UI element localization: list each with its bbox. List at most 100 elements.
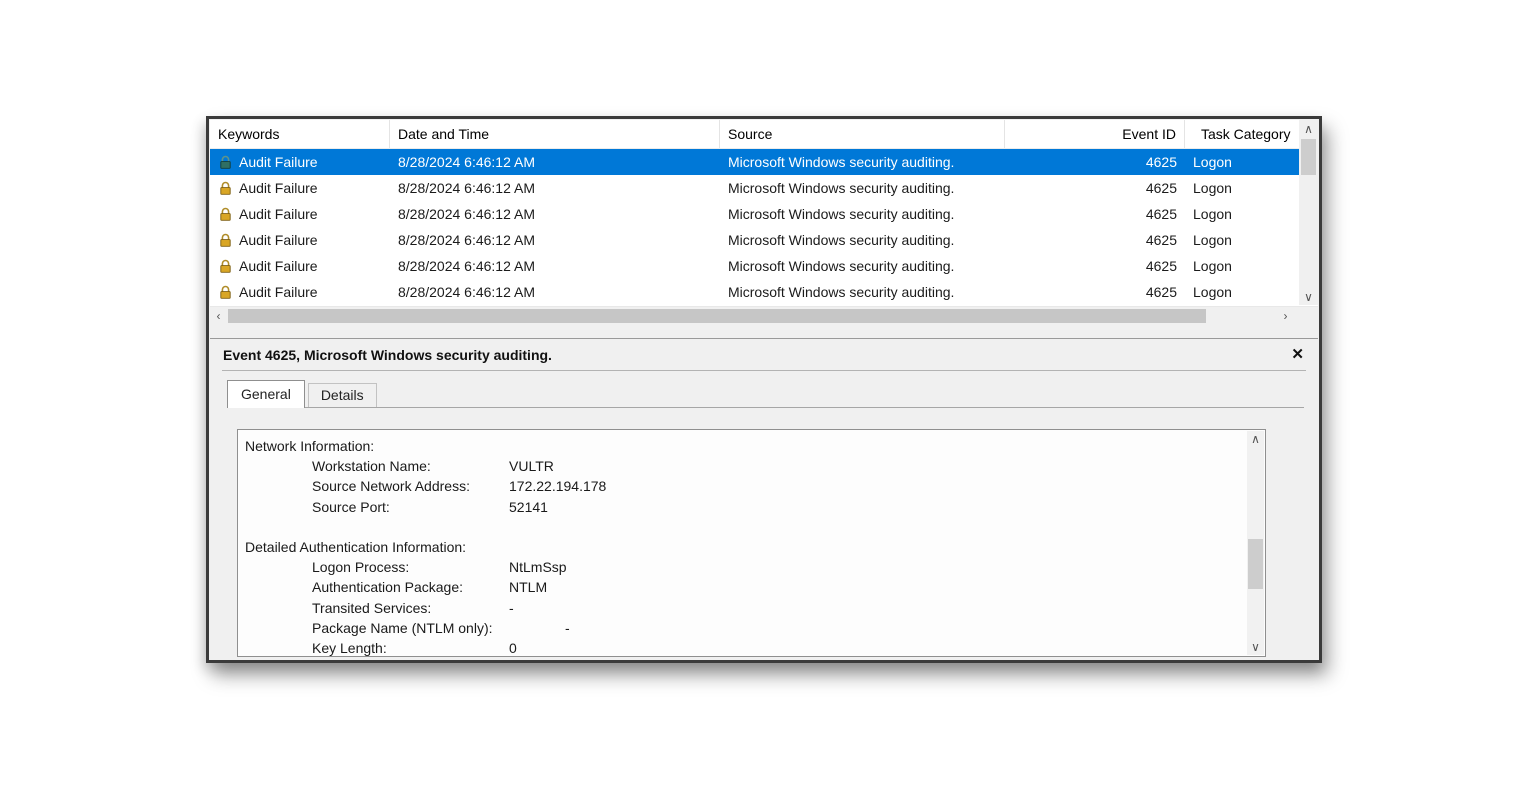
table-row[interactable]: Audit Failure 8/28/2024 6:46:12 AM Micro… [210, 279, 1299, 305]
tab-details[interactable]: Details [308, 383, 377, 407]
column-header-source[interactable]: Source [720, 120, 1005, 148]
close-button[interactable]: ✕ [1291, 347, 1304, 362]
column-header-task-category[interactable]: Task Category [1185, 120, 1299, 148]
lock-icon [218, 285, 233, 300]
date-time-cell: 8/28/2024 6:46:12 AM [390, 279, 720, 305]
date-time-cell: 8/28/2024 6:46:12 AM [390, 149, 720, 175]
field-value: 52141 [509, 497, 548, 517]
field-label: Workstation Name: [312, 456, 509, 476]
table-row[interactable]: Audit Failure 8/28/2024 6:46:12 AM Micro… [210, 149, 1299, 175]
table-horizontal-scrollbar[interactable]: ‹ › [210, 306, 1318, 325]
event-id-cell: 4625 [1005, 149, 1185, 175]
detail-field: Logon Process: NtLmSsp [245, 557, 1237, 577]
tab-general[interactable]: General [227, 380, 305, 408]
scroll-up-button[interactable]: ∧ [1247, 431, 1264, 447]
scroll-right-button[interactable]: › [1277, 307, 1294, 325]
field-value: 0 [509, 638, 517, 656]
lock-icon [218, 233, 233, 248]
task-category-cell: Logon [1185, 201, 1299, 227]
scrollbar-thumb[interactable] [1301, 139, 1316, 175]
source-cell: Microsoft Windows security auditing. [720, 149, 1005, 175]
field-label: Source Network Address: [312, 476, 509, 496]
task-category-cell: Logon [1185, 279, 1299, 305]
date-time-cell: 8/28/2024 6:46:12 AM [390, 253, 720, 279]
scroll-left-button[interactable]: ‹ [210, 307, 227, 325]
chevron-up-icon: ∧ [1304, 123, 1313, 135]
date-time-cell: 8/28/2024 6:46:12 AM [390, 227, 720, 253]
table-row[interactable]: Audit Failure 8/28/2024 6:46:12 AM Micro… [210, 227, 1299, 253]
event-table-body: Audit Failure 8/28/2024 6:46:12 AM Micro… [210, 149, 1299, 305]
keywords-cell: Audit Failure [210, 227, 390, 253]
keyword-label: Audit Failure [239, 154, 318, 170]
date-time-cell: 8/28/2024 6:46:12 AM [390, 175, 720, 201]
lock-icon [218, 259, 233, 274]
event-description-text: Network Information: Workstation Name: V… [245, 436, 1237, 656]
event-viewer-window: Keywords Date and Time Source Event ID T… [206, 116, 1322, 663]
section-title: Detailed Authentication Information: [245, 537, 1237, 557]
field-label: Authentication Package: [312, 577, 509, 597]
field-label: Transited Services: [312, 598, 509, 618]
detail-pane-header: Event 4625, Microsoft Windows security a… [210, 339, 1318, 370]
keyword-label: Audit Failure [239, 284, 318, 300]
column-header-date-time[interactable]: Date and Time [390, 120, 720, 148]
detail-field: Transited Services: - [245, 598, 1237, 618]
scroll-down-button[interactable]: ∨ [1247, 639, 1264, 655]
event-table: Keywords Date and Time Source Event ID T… [210, 120, 1318, 325]
keywords-cell: Audit Failure [210, 149, 390, 175]
scrollbar-thumb[interactable] [228, 309, 1206, 323]
keywords-cell: Audit Failure [210, 175, 390, 201]
event-id-cell: 4625 [1005, 279, 1185, 305]
source-cell: Microsoft Windows security auditing. [720, 253, 1005, 279]
keywords-cell: Audit Failure [210, 253, 390, 279]
detail-field: Package Name (NTLM only): - [245, 618, 1237, 638]
source-cell: Microsoft Windows security auditing. [720, 201, 1005, 227]
section-title: Network Information: [245, 436, 1237, 456]
detail-field: Authentication Package: NTLM [245, 577, 1237, 597]
field-value: - [565, 618, 570, 638]
chevron-down-icon: ∨ [1251, 641, 1260, 653]
table-vertical-scrollbar[interactable]: ∧ ∨ [1299, 120, 1318, 305]
lock-icon [218, 207, 233, 222]
task-category-cell: Logon [1185, 253, 1299, 279]
event-detail-pane: Event 4625, Microsoft Windows security a… [210, 338, 1318, 659]
close-icon: ✕ [1291, 346, 1304, 363]
chevron-down-icon: ∨ [1304, 291, 1313, 303]
description-vertical-scrollbar[interactable]: ∧ ∨ [1247, 431, 1264, 655]
task-category-cell: Logon [1185, 149, 1299, 175]
source-cell: Microsoft Windows security auditing. [720, 227, 1005, 253]
chevron-up-icon: ∧ [1251, 433, 1260, 445]
chevron-right-icon: › [1284, 310, 1288, 322]
detail-field: Workstation Name: VULTR [245, 456, 1237, 476]
field-label: Key Length: [312, 638, 509, 656]
scroll-up-button[interactable]: ∧ [1299, 120, 1318, 137]
scrollbar-thumb[interactable] [1248, 539, 1263, 589]
column-header-keywords[interactable]: Keywords [210, 120, 390, 148]
detail-field: Source Port: 52141 [245, 497, 1237, 517]
keyword-label: Audit Failure [239, 258, 318, 274]
general-tab-text-box: Network Information: Workstation Name: V… [237, 429, 1266, 657]
keywords-cell: Audit Failure [210, 201, 390, 227]
field-value: VULTR [509, 456, 554, 476]
field-value: NtLmSsp [509, 557, 567, 577]
task-category-cell: Logon [1185, 227, 1299, 253]
field-value: NTLM [509, 577, 547, 597]
event-table-header: Keywords Date and Time Source Event ID T… [210, 120, 1318, 149]
keyword-label: Audit Failure [239, 180, 318, 196]
keywords-cell: Audit Failure [210, 279, 390, 305]
event-id-cell: 4625 [1005, 175, 1185, 201]
detail-pane-title: Event 4625, Microsoft Windows security a… [223, 347, 552, 363]
table-row[interactable]: Audit Failure 8/28/2024 6:46:12 AM Micro… [210, 253, 1299, 279]
blank-line [245, 517, 1237, 537]
table-row[interactable]: Audit Failure 8/28/2024 6:46:12 AM Micro… [210, 175, 1299, 201]
source-cell: Microsoft Windows security auditing. [720, 175, 1005, 201]
table-row[interactable]: Audit Failure 8/28/2024 6:46:12 AM Micro… [210, 201, 1299, 227]
keyword-label: Audit Failure [239, 232, 318, 248]
scroll-down-button[interactable]: ∨ [1299, 288, 1318, 305]
keyword-label: Audit Failure [239, 206, 318, 222]
lock-icon [218, 181, 233, 196]
column-header-event-id[interactable]: Event ID [1005, 120, 1185, 148]
task-category-cell: Logon [1185, 175, 1299, 201]
field-label: Source Port: [312, 497, 509, 517]
event-id-cell: 4625 [1005, 253, 1185, 279]
chevron-left-icon: ‹ [217, 310, 221, 322]
